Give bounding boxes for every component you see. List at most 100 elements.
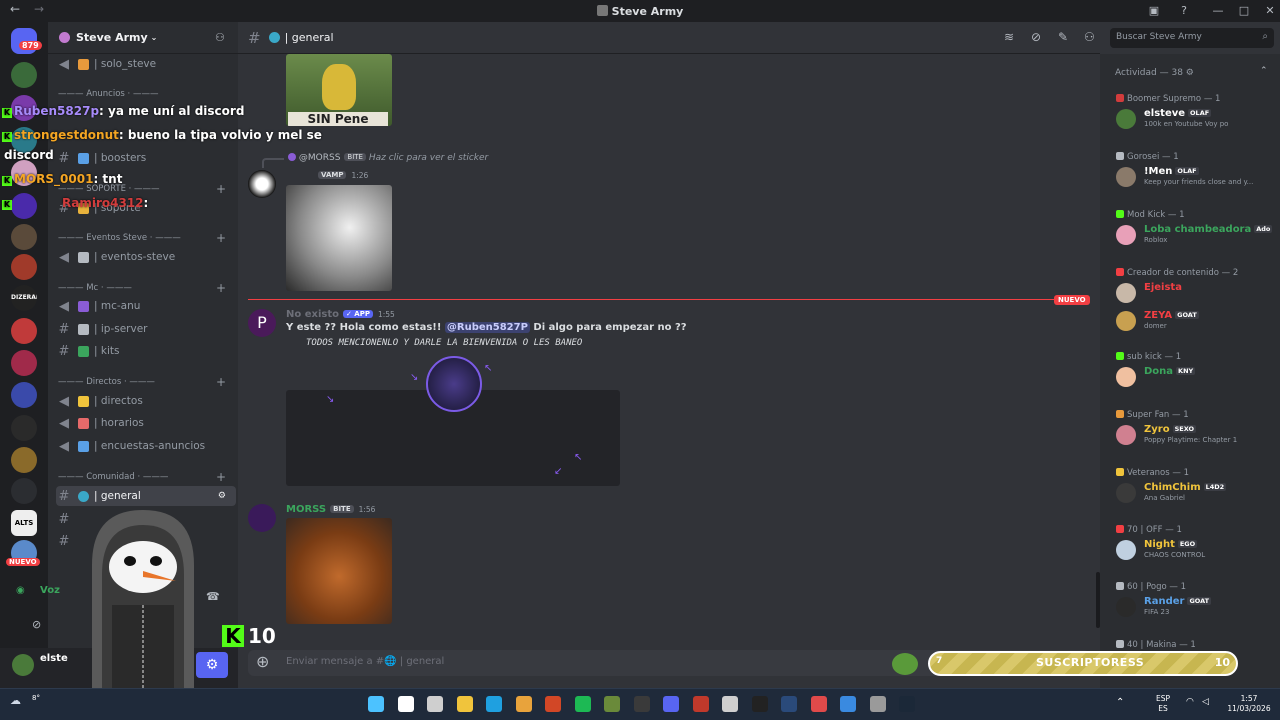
member-item[interactable]: elsteve OLAF 100k en Youtube Voy po: [1114, 106, 1274, 132]
guild-header[interactable]: Steve Army ⌄: [48, 22, 238, 54]
member-item[interactable]: Night EGO CHAOS CONTROL: [1114, 537, 1274, 563]
server-icon[interactable]: [11, 318, 37, 344]
window-titlebar: ← → Steve Army ▣ ? — □ ✕: [0, 0, 1280, 22]
speaker-icon: ◀: [59, 438, 69, 454]
channel-encuestas-anuncios[interactable]: ◀ | encuestas-anuncios: [56, 436, 236, 456]
add-channel-icon[interactable]: +: [216, 182, 226, 196]
minimize-button[interactable]: —: [1206, 0, 1230, 22]
category-anuncios[interactable]: ——— Anuncios · ———: [58, 89, 234, 99]
server-icon[interactable]: [11, 447, 37, 473]
windows-start-icon[interactable]: [368, 696, 384, 712]
member-item[interactable]: Dona KNY: [1114, 364, 1274, 390]
message-image[interactable]: [286, 185, 392, 291]
server-icon[interactable]: [11, 478, 37, 504]
member-list-icon[interactable]: ⚇: [1084, 30, 1095, 44]
wifi-icon[interactable]: ◠: [1186, 697, 1194, 707]
speaker-icon: ◀: [59, 249, 69, 265]
server-icon[interactable]: [11, 62, 37, 88]
member-name: !Men OLAF: [1144, 166, 1199, 177]
tray-chevron-icon[interactable]: ⌃: [1116, 697, 1124, 708]
file-explorer-icon[interactable]: [456, 696, 473, 712]
channel-directos[interactable]: ◀ | directos: [56, 391, 236, 411]
category-mc[interactable]: ——— Mc · ——— +: [58, 281, 234, 295]
volume-icon[interactable]: ◁: [1202, 697, 1209, 707]
user-mention[interactable]: @Ruben5827P: [444, 322, 530, 333]
message-image[interactable]: SIN Pene: [286, 54, 392, 126]
channel-eventos-steve[interactable]: ◀ | eventos-steve: [56, 247, 236, 267]
sticker-icon[interactable]: [892, 653, 918, 675]
member-item[interactable]: Loba chambeadora Ado Roblox: [1114, 222, 1274, 248]
chevron-down-icon: ⌄: [150, 33, 158, 42]
spotify-icon[interactable]: [574, 696, 591, 712]
steam-icon[interactable]: [899, 696, 915, 712]
language-indicator[interactable]: ESP ES: [1156, 694, 1170, 714]
server-icon[interactable]: DIZERAL: [11, 285, 37, 311]
server-icon[interactable]: [11, 415, 37, 441]
server-icon[interactable]: ALTS: [11, 510, 37, 536]
avatar[interactable]: [248, 170, 276, 198]
add-channel-icon[interactable]: +: [216, 281, 226, 295]
discord-icon[interactable]: [663, 696, 679, 712]
app-icon[interactable]: [840, 696, 856, 712]
channel-emoji-icon: [78, 58, 89, 70]
category-directos[interactable]: ——— Directos · ——— +: [58, 375, 234, 389]
member-item[interactable]: Zyro SEXO Poppy Playtime: Chapter 1: [1114, 422, 1274, 448]
server-icon[interactable]: [11, 254, 37, 280]
store-icon[interactable]: [722, 696, 738, 712]
member-item[interactable]: Rander GOAT FIFA 23: [1114, 594, 1274, 620]
capcut-icon[interactable]: [751, 696, 768, 712]
camera-off-icon[interactable]: ⊘: [32, 618, 41, 631]
category-comunidad[interactable]: ——— Comunidad · ——— +: [58, 470, 234, 484]
powerpoint-icon[interactable]: [545, 696, 561, 712]
chrome-icon[interactable]: [515, 696, 532, 712]
mute-icon[interactable]: ⊘: [1031, 30, 1041, 44]
avatar[interactable]: P: [248, 309, 276, 337]
channel-boosters[interactable]: # | boosters: [56, 148, 236, 168]
avatar[interactable]: [248, 504, 276, 532]
pin-icon[interactable]: ✎: [1058, 30, 1068, 44]
add-channel-icon[interactable]: +: [216, 231, 226, 245]
inbox-icon[interactable]: ▣: [1142, 0, 1166, 22]
message-image[interactable]: [286, 518, 392, 624]
help-icon[interactable]: ?: [1172, 0, 1196, 22]
obs-icon[interactable]: [692, 696, 709, 712]
add-attachment-icon[interactable]: ⊕: [256, 652, 269, 671]
channel-ip-server[interactable]: # | ip-server: [56, 319, 236, 339]
member-item[interactable]: ChimChim L4D2 Ana Gabriel: [1114, 480, 1274, 506]
search-icon[interactable]: [397, 696, 414, 712]
add-channel-icon[interactable]: +: [216, 375, 226, 389]
valorant-icon[interactable]: [810, 696, 827, 712]
role-icon: [1116, 210, 1124, 218]
server-icon[interactable]: [11, 382, 37, 408]
add-member-icon[interactable]: ⚇: [215, 31, 225, 44]
channel-horarios[interactable]: ◀ | horarios: [56, 413, 236, 433]
channel-kits[interactable]: # | kits: [56, 341, 236, 361]
edge-icon[interactable]: [486, 696, 502, 712]
member-item[interactable]: Ejeista: [1114, 280, 1274, 306]
settings-icon[interactable]: ⚙: [218, 491, 226, 501]
server-icon[interactable]: [11, 350, 37, 376]
avatar[interactable]: [12, 654, 34, 676]
clock[interactable]: 1:57 11/03/2026: [1224, 694, 1274, 714]
xbox-icon[interactable]: [633, 696, 650, 712]
search-input[interactable]: Buscar Steve Army ⌕: [1110, 28, 1274, 48]
game-icon[interactable]: [869, 696, 886, 712]
reply-preview[interactable]: @MORSS BITE Haz clic para ver el sticker: [288, 153, 488, 163]
channel-general[interactable]: # | general ⚙: [56, 486, 236, 506]
minecraft-icon[interactable]: [604, 696, 620, 712]
close-button[interactable]: ✕: [1258, 0, 1280, 22]
bg-icon[interactable]: [781, 696, 797, 712]
category-eventos[interactable]: ——— Eventos Steve · ——— +: [58, 231, 234, 245]
task-view-icon[interactable]: [427, 696, 443, 712]
maximize-button[interactable]: □: [1232, 0, 1256, 22]
add-channel-icon[interactable]: +: [216, 470, 226, 484]
search-icon: ⌕: [1262, 31, 1268, 42]
collapse-icon[interactable]: ⌃: [1260, 66, 1268, 76]
server-icon[interactable]: [11, 224, 37, 250]
voice-connected-icon: ◉: [16, 585, 25, 596]
member-item[interactable]: !Men OLAF Keep your friends close and y...: [1114, 164, 1274, 190]
channel-solo-steve[interactable]: ◀ | solo_steve: [56, 54, 236, 74]
channel-mc-anuncios[interactable]: ◀ | mc-anu: [56, 296, 236, 316]
threads-icon[interactable]: ≋: [1004, 30, 1014, 44]
member-item[interactable]: ZEYA GOAT domer: [1114, 308, 1274, 334]
